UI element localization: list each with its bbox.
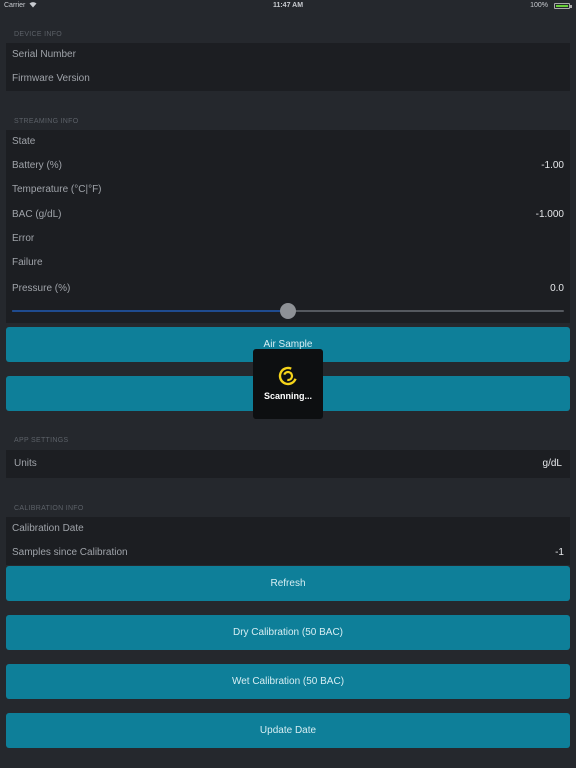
slider-fill	[12, 310, 288, 312]
scanning-label: Scanning...	[263, 391, 312, 401]
pressure-label: Pressure (%)	[12, 283, 71, 294]
state-label: State	[12, 136, 36, 147]
app-settings-group: Units g/dL	[6, 450, 570, 478]
slider-thumb[interactable]	[280, 303, 296, 319]
device-info-header: DEVICE INFO	[14, 31, 63, 38]
samples-since-calibration-value: -1	[555, 547, 564, 558]
samples-since-calibration-row: Samples since Calibration -1	[6, 541, 570, 565]
clock: 11:47 AM	[272, 2, 304, 9]
calibration-date-row: Calibration Date	[6, 517, 570, 541]
status-bar: Carrier 11:47 AM 100%	[0, 0, 576, 12]
error-row: Error	[6, 227, 570, 251]
battery-value: -1.00	[541, 160, 564, 171]
units-label: Units	[14, 458, 37, 469]
calibration-info-header: CALIBRATION INFO	[14, 505, 84, 512]
pressure-row: Pressure (%) 0.0	[6, 277, 570, 301]
calibration-info-group: Calibration Date Samples since Calibrati…	[6, 517, 570, 565]
pressure-slider[interactable]	[12, 303, 564, 319]
app-settings-header: APP SETTINGS	[14, 437, 69, 444]
dry-calibration-button[interactable]: Dry Calibration (50 BAC)	[6, 615, 570, 650]
pressure-value: 0.0	[550, 283, 564, 294]
bac-label: BAC (g/dL)	[12, 209, 62, 220]
device-info-group: Serial Number Firmware Version	[6, 43, 570, 91]
battery-row: Battery (%) -1.00	[6, 154, 570, 178]
battery-percent: 100%	[530, 2, 548, 9]
wet-calibration-button[interactable]: Wet Calibration (50 BAC)	[6, 664, 570, 699]
bac-row: BAC (g/dL) -1.000	[6, 203, 570, 227]
temperature-label: Temperature (°C|°F)	[12, 184, 102, 195]
firmware-version-label: Firmware Version	[12, 73, 90, 84]
failure-row: Failure	[6, 251, 570, 275]
refresh-button[interactable]: Refresh	[6, 566, 570, 601]
samples-since-calibration-label: Samples since Calibration	[12, 547, 128, 558]
battery-label: Battery (%)	[12, 160, 63, 171]
scanning-hud: Scanning...	[253, 349, 323, 419]
temperature-row: Temperature (°C|°F)	[6, 178, 570, 202]
spinner-logo-icon	[278, 366, 298, 386]
calibration-date-label: Calibration Date	[12, 523, 84, 534]
error-label: Error	[12, 233, 35, 244]
serial-number-row: Serial Number	[6, 43, 570, 67]
firmware-version-row: Firmware Version	[6, 67, 570, 91]
units-row[interactable]: Units g/dL	[6, 452, 570, 476]
units-value: g/dL	[542, 458, 562, 469]
update-date-button[interactable]: Update Date	[6, 713, 570, 748]
bac-value: -1.000	[535, 209, 564, 220]
battery-icon	[554, 3, 572, 9]
serial-number-label: Serial Number	[12, 49, 76, 60]
failure-label: Failure	[12, 257, 43, 268]
streaming-info-group: State Battery (%) -1.00 Temperature (°C|…	[6, 130, 570, 323]
state-row: State	[6, 130, 570, 154]
streaming-info-header: STREAMING INFO	[14, 118, 79, 125]
